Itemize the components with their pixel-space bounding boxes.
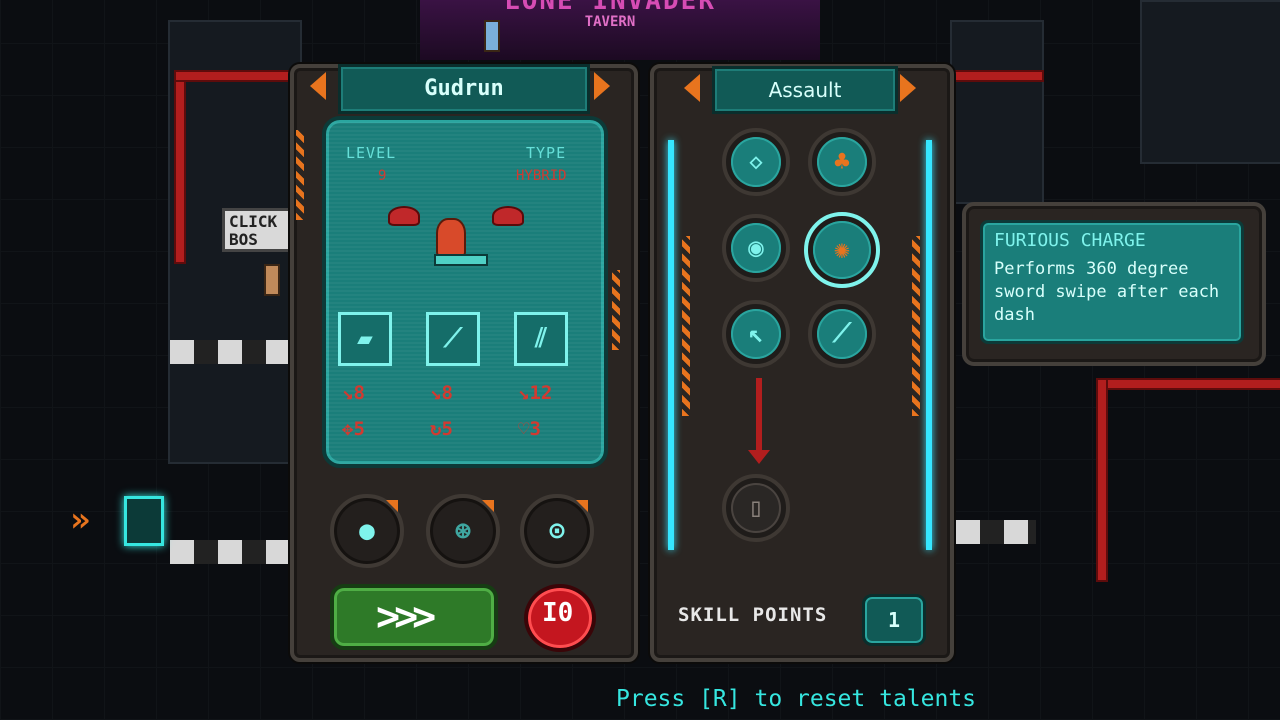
weapon-slot-2[interactable]: ⟋ xyxy=(426,312,480,366)
npc-bartender xyxy=(484,20,500,52)
equipment-slot-grenade[interactable]: ● xyxy=(330,494,404,568)
type-label: TYPE xyxy=(526,144,567,162)
next-character-arrow[interactable] xyxy=(594,72,610,100)
power-toggle-button[interactable]: I0 xyxy=(524,584,596,652)
grenade-icon: ● xyxy=(359,516,375,546)
crosshair-icon: ✥ xyxy=(342,418,354,440)
red-pipe-left xyxy=(174,70,186,264)
talent-clone[interactable]: ♣ xyxy=(808,128,876,196)
shield-icon: ⫽ xyxy=(535,323,547,354)
weapon-3-stat: ♡3 xyxy=(518,418,541,440)
connector-arrow-icon xyxy=(748,450,770,464)
gadget-icon: ⊙ xyxy=(549,516,565,546)
class-name: Assault xyxy=(712,66,898,114)
talent-capsule-locked[interactable]: ▯ xyxy=(722,474,790,542)
talent-dash-pattern[interactable]: ◇ xyxy=(722,128,790,196)
hazard-stripe-right xyxy=(612,270,620,350)
talent-vision[interactable]: ◉ xyxy=(722,214,790,282)
level-value: 9 xyxy=(378,168,387,184)
checker-floor-right xyxy=(956,520,1036,544)
vision-icon: ◉ xyxy=(748,233,764,263)
wall-far-right xyxy=(1140,0,1280,164)
weapon-3-damage: ↘12 xyxy=(518,382,553,404)
talent-furious-charge[interactable]: ✺ xyxy=(804,212,880,288)
skill-points-label: SKILL POINTS xyxy=(678,604,828,626)
neon-strip-right xyxy=(926,140,932,550)
skill-points-value: 1 xyxy=(862,594,926,646)
character-weapon-sprite xyxy=(434,254,488,266)
checker-floor-left xyxy=(170,340,290,364)
red-pipe-right-h xyxy=(1096,378,1280,390)
blade-icon: ⟋ xyxy=(832,318,852,349)
damage-icon: ↘ xyxy=(430,382,442,404)
hazard-stripe-left xyxy=(296,130,304,220)
type-value: HYBRID xyxy=(516,168,567,184)
talent-connector xyxy=(756,378,762,452)
reset-hint: Press [R] to reset talents xyxy=(616,686,977,712)
floor-arrow-icon: » xyxy=(70,500,91,540)
tooltip-description: Performs 360 degree sword swipe after ea… xyxy=(994,259,1220,325)
weapon-2-damage: ↘8 xyxy=(430,382,453,404)
weapon-1-damage: ↘8 xyxy=(342,382,365,404)
character-sprite xyxy=(436,218,466,256)
drone-left-sprite xyxy=(388,206,420,226)
talent-arrow[interactable]: ↖ xyxy=(722,300,790,368)
boss-sign: CLICK BOS xyxy=(222,208,294,252)
arrow-icon: ↖ xyxy=(748,319,764,349)
weapon-1-stat: ✥5 xyxy=(342,418,365,440)
location-subtitle: TAVERN xyxy=(584,14,636,30)
capsule-icon: ▯ xyxy=(748,493,764,523)
dash-pattern-icon: ◇ xyxy=(749,149,763,175)
damage-icon: ↘ xyxy=(518,382,530,404)
npc-soldier xyxy=(264,264,280,296)
heart-icon: ♡ xyxy=(518,418,530,440)
level-label: LEVEL xyxy=(346,144,397,162)
prev-class-arrow[interactable] xyxy=(684,74,700,102)
equipment-slot-gadget[interactable]: ⊙ xyxy=(520,494,594,568)
tooltip-title: FURIOUS CHARGE xyxy=(994,230,1146,251)
furious-charge-icon: ✺ xyxy=(834,235,850,265)
character-name: Gudrun xyxy=(338,64,590,114)
wall-right-top xyxy=(950,20,1044,204)
terminal-icon[interactable] xyxy=(124,496,164,546)
hazard-stripe-talent-left xyxy=(682,236,690,416)
talent-blade[interactable]: ⟋ xyxy=(808,300,876,368)
talent-panel xyxy=(650,64,954,662)
weapon-2-stat: ↻5 xyxy=(430,418,453,440)
drone-icon: ⊛ xyxy=(455,516,471,546)
neon-strip-left xyxy=(668,140,674,550)
confirm-button[interactable]: >>> xyxy=(330,584,498,650)
weapon-slot-3[interactable]: ⫽ xyxy=(514,312,568,366)
red-pipe-right-top xyxy=(950,70,1044,82)
drone-right-sprite xyxy=(492,206,524,226)
damage-icon: ↘ xyxy=(342,382,354,404)
next-class-arrow[interactable] xyxy=(900,74,916,102)
red-pipe-right-v xyxy=(1096,378,1108,582)
sword-icon: ⟋ xyxy=(443,323,463,354)
clone-icon: ♣ xyxy=(834,147,850,177)
weapon-slot-1[interactable]: ▰ xyxy=(338,312,392,366)
reload-icon: ↻ xyxy=(430,418,442,440)
equipment-slot-drone[interactable]: ⊛ xyxy=(426,494,500,568)
character-screen: LEVEL 9 TYPE HYBRID ▰ ⟋ ⫽ ↘8 ↘8 ↘12 ✥5 ↻… xyxy=(322,116,608,468)
blaster-icon: ▰ xyxy=(357,324,373,354)
checker-floor-left-2 xyxy=(170,540,290,564)
hazard-stripe-talent-right xyxy=(912,236,920,416)
prev-character-arrow[interactable] xyxy=(310,72,326,100)
red-pipe-left-h xyxy=(174,70,298,82)
